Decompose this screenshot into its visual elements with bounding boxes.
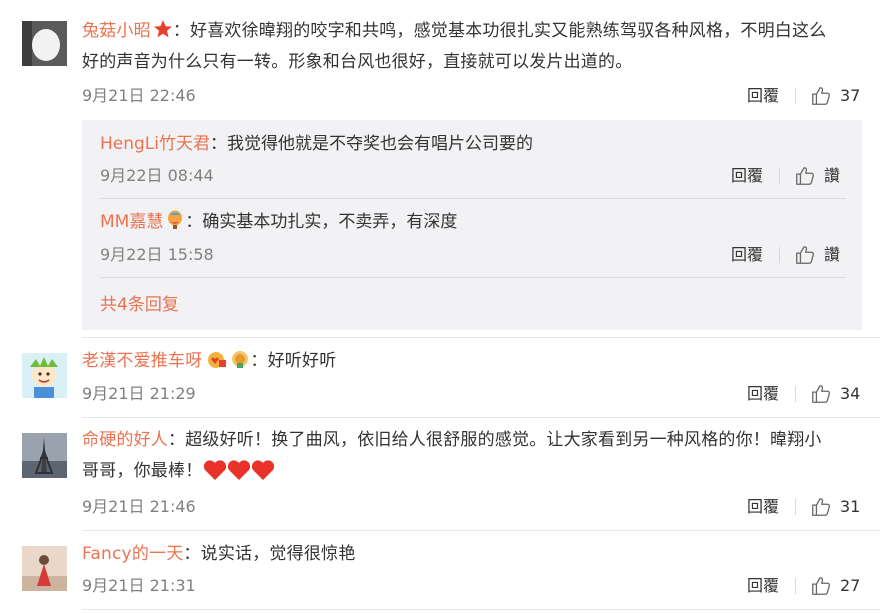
comment-text-cont: 好的声音为什么只有一转。形象和台风也很好，直接就可以发片出道的。 [82, 52, 633, 72]
comment-meta: 9月21日 21:46 回覆 31 [82, 495, 862, 519]
thumbs-up-icon [812, 577, 831, 595]
balloon-badge-icon [165, 210, 185, 230]
reply-button[interactable]: 回覆 [731, 243, 763, 267]
comment-actions: 回覆 37 [747, 84, 862, 108]
reply-actions: 回覆 讚 [731, 243, 846, 267]
like-button[interactable]: 31 [810, 495, 862, 519]
divider [82, 609, 880, 610]
action-separator [795, 578, 796, 594]
heart-icon [252, 460, 275, 480]
avatar[interactable] [22, 353, 67, 398]
reply-button[interactable]: 回覆 [731, 164, 763, 188]
comment-text-cont: 哥哥，你最棒！ [82, 461, 203, 481]
comment-text: ：好听好听 [250, 351, 337, 371]
heart-icon [204, 460, 227, 480]
like-button[interactable]: 34 [810, 382, 862, 406]
comment-text: ：超级好听！换了曲风，依旧给人很舒服的感觉。让大家看到另一种风格的你！暐翔小 [168, 430, 822, 450]
like-count: 31 [840, 497, 861, 516]
hearts-emoji [202, 458, 275, 493]
comment-text: ：说实话，觉得很惊艳 [183, 544, 356, 564]
avatar[interactable] [22, 21, 67, 66]
username-link[interactable]: HengLi竹天君 [100, 134, 210, 154]
username-link[interactable]: Fancy的一天 [82, 544, 183, 564]
action-separator [779, 247, 780, 263]
thumbs-up-icon [812, 385, 831, 403]
like-button[interactable]: 讚 [794, 243, 846, 267]
comment-date: 9月21日 22:46 [82, 86, 196, 105]
like-label: 讚 [824, 166, 841, 185]
divider [100, 277, 846, 278]
comment-meta: 9月21日 21:31 回覆 27 [82, 574, 862, 598]
reply-date: 9月22日 15:58 [100, 245, 214, 264]
heart-icon [228, 460, 251, 480]
reply-meta: 9月22日 15:58 回覆 讚 [100, 243, 846, 267]
divider [82, 417, 880, 418]
like-button[interactable]: 讚 [794, 164, 846, 188]
comment-actions: 回覆 31 [747, 495, 862, 519]
thumbs-up-icon [812, 498, 831, 516]
divider [82, 530, 880, 531]
comment-text: ：好喜欢徐暐翔的咬字和共鸣，感觉基本功很扎实又能熟练驾驭各种风格，不明白这么 [172, 21, 827, 41]
reply-actions: 回覆 讚 [731, 164, 846, 188]
reply-button[interactable]: 回覆 [747, 574, 779, 598]
like-button[interactable]: 27 [810, 574, 862, 598]
comment-actions: 回覆 34 [747, 382, 862, 406]
divider [82, 337, 880, 338]
avatar[interactable] [22, 546, 67, 591]
action-separator [795, 88, 796, 104]
avatar[interactable] [22, 433, 67, 478]
reply-meta: 9月22日 08:44 回覆 讚 [100, 164, 846, 188]
like-count: 37 [840, 86, 861, 105]
like-label: 讚 [824, 245, 841, 264]
reply-button[interactable]: 回覆 [747, 84, 779, 108]
action-separator [779, 168, 780, 184]
avatar-image [22, 353, 67, 398]
comment-actions: 回覆 27 [747, 574, 862, 598]
reply-date: 9月22日 08:44 [100, 166, 214, 185]
avatar-image [22, 546, 67, 591]
thumbs-up-icon [796, 167, 815, 185]
like-button[interactable]: 37 [810, 84, 862, 108]
comment-date: 9月21日 21:46 [82, 497, 196, 516]
divider [100, 198, 846, 199]
reply-text: ：确实基本功扎实，不卖弄，有深度 [185, 212, 458, 232]
more-replies-link[interactable]: 共4条回复 [100, 292, 179, 318]
comment-date: 9月21日 21:29 [82, 384, 196, 403]
avatar-image [22, 21, 67, 66]
username-link[interactable]: 兔菇小昭 [82, 21, 151, 41]
action-separator [795, 386, 796, 402]
comment-meta: 9月21日 21:29 回覆 34 [82, 382, 862, 406]
thumbs-up-icon [812, 87, 831, 105]
like-count: 34 [840, 384, 861, 403]
hearts-badge-icon [204, 349, 228, 369]
username-link[interactable]: 命硬的好人 [82, 430, 168, 450]
thumbs-up-icon [796, 246, 815, 264]
reply-text: ：我觉得他就是不夺奖也会有唱片公司要的 [210, 134, 534, 154]
reply-button[interactable]: 回覆 [747, 382, 779, 406]
avatar-image [22, 433, 67, 478]
comment-date: 9月21日 21:31 [82, 576, 196, 595]
medal-badge-icon [230, 349, 250, 369]
comment-meta: 9月21日 22:46 回覆 37 [82, 84, 862, 108]
star-badge-icon [153, 19, 173, 39]
reply-button[interactable]: 回覆 [747, 495, 779, 519]
username-link[interactable]: 老漢不爱推车呀 [82, 351, 202, 371]
username-link[interactable]: MM嘉慧 [100, 212, 163, 232]
like-count: 27 [840, 576, 861, 595]
sub-replies-box: HengLi竹天君：我觉得他就是不夺奖也会有唱片公司要的 9月22日 08:44… [82, 120, 862, 330]
action-separator [795, 499, 796, 515]
